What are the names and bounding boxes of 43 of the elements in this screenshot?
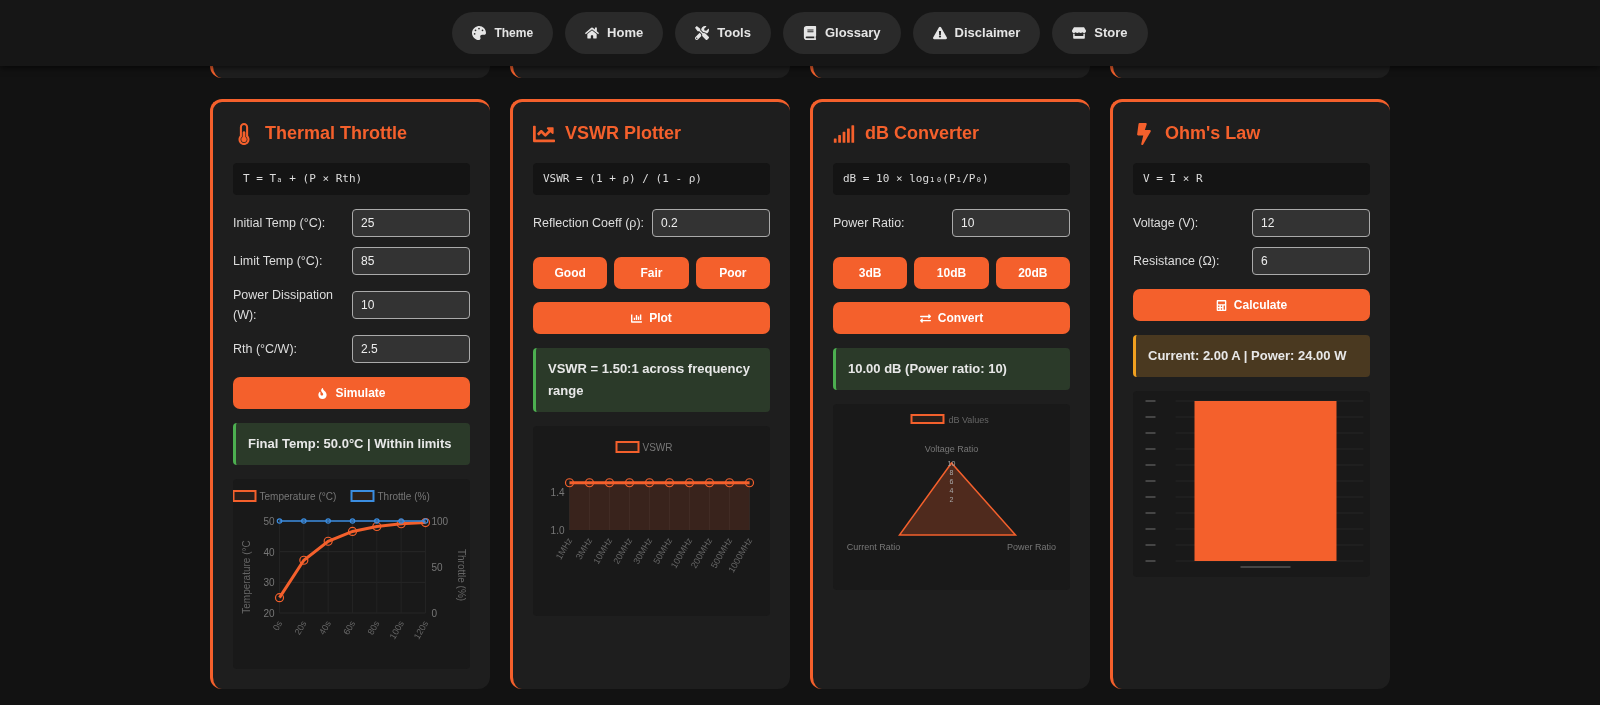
- axis-tick-label: 50: [263, 516, 275, 527]
- field-label: Initial Temp (°C):: [233, 215, 326, 232]
- field-label: Power Dissipation (W):: [233, 287, 335, 324]
- result-message: VSWR = 1.50:1 across frequency range: [533, 348, 770, 412]
- axis-label: Current Ratio: [846, 542, 901, 552]
- result-message: Final Temp: 50.0°C | Within limits: [233, 423, 470, 465]
- axis-tick-label: 40s: [317, 619, 333, 637]
- field-label: Reflection Coeff (ρ):: [533, 215, 645, 232]
- card-title: Thermal Throttle: [265, 122, 407, 145]
- field-label: Power Ratio:: [833, 215, 905, 232]
- formula-box: V = I × R: [1133, 163, 1370, 195]
- legend-label: VSWR: [642, 442, 673, 453]
- field-label: Voltage (V):: [1133, 215, 1199, 232]
- axis-label: Voltage Ratio: [924, 444, 979, 454]
- axis-tick-label: 80s: [365, 619, 382, 637]
- axis-tick-label: 100: [431, 516, 449, 527]
- axis-title: Throttle (%): [455, 548, 467, 602]
- axis-tick-label: 0s: [270, 619, 285, 633]
- axis-tick-label: 0: [431, 608, 438, 619]
- axis-tick-label: 20: [263, 608, 275, 619]
- axis-tick-label: 20s: [292, 619, 309, 637]
- axis-title: Temperature (°C: [240, 540, 252, 614]
- axis-tick-label: 30: [263, 577, 275, 589]
- field-label: Rth (°C/W):: [233, 341, 298, 358]
- axis-tick-label: 50: [431, 562, 443, 573]
- legend-label: dB Values: [948, 415, 989, 425]
- card-title: VSWR Plotter: [565, 122, 681, 145]
- legend-label: Throttle (%): [377, 491, 430, 502]
- axis-tick-label: 1.0: [550, 525, 565, 536]
- field-label: Resistance (Ω):: [1133, 253, 1220, 270]
- formula-box: T = Tₐ + (P × Rth): [233, 163, 470, 195]
- axis-tick-label: 40: [263, 546, 275, 558]
- formula-box: dB = 10 × log₁₀(P₁/P₀): [833, 163, 1070, 195]
- card-title: dB Converter: [865, 122, 980, 145]
- axis-label: Power Ratio: [1007, 542, 1056, 552]
- result-message: Current: 2.00 A | Power: 24.00 W: [1133, 335, 1370, 377]
- legend-label: Temperature (°C): [259, 491, 337, 502]
- card-title: Ohm's Law: [1165, 122, 1261, 145]
- formula-box: VSWR = (1 + ρ) / (1 - ρ): [533, 163, 770, 195]
- axis-tick-label: 60s: [341, 619, 358, 637]
- axis-tick-label: 1.4: [550, 487, 565, 499]
- result-message: 10.00 dB (Power ratio: 10): [833, 348, 1070, 390]
- field-label: Limit Temp (°C):: [233, 253, 323, 270]
